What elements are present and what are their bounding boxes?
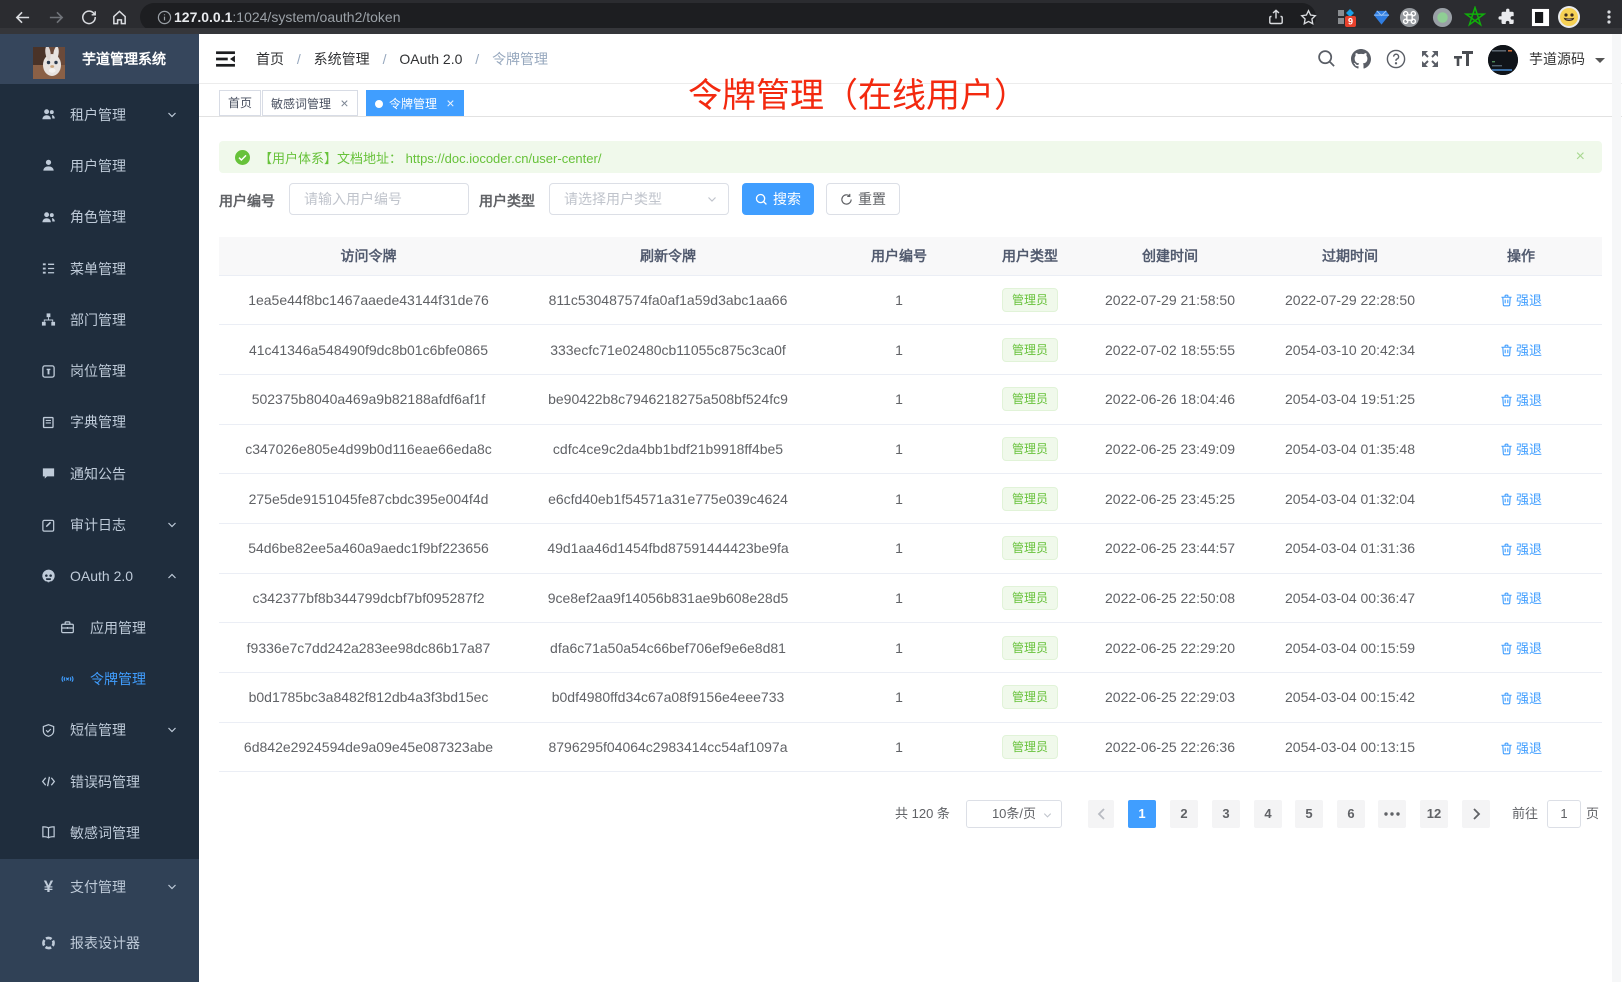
svg-text:9: 9 — [1348, 17, 1353, 27]
